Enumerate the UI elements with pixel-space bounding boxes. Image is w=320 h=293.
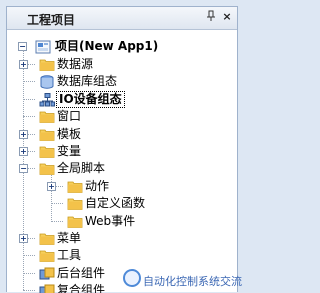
tree-item-label: 窗口 (57, 109, 82, 124)
folder-icon (39, 128, 55, 141)
tree-item[interactable]: − 全局脚本 (7, 160, 237, 177)
watermark: 自动化控制系统交流 (143, 275, 242, 288)
tree-guide (23, 98, 35, 100)
database-icon (39, 75, 55, 90)
folder-icon (67, 180, 83, 193)
pin-icon[interactable] (204, 10, 218, 24)
expand-icon[interactable]: + (19, 60, 28, 69)
tree-guide (23, 116, 35, 118)
folder-icon (67, 197, 83, 211)
tree-guide (23, 272, 35, 274)
project-tree: − 项目(New App1) + 数据源数据库组态 IO设备组态 窗口 + 模板 + 变量 − 全… (7, 36, 237, 293)
component-icon (39, 267, 55, 280)
tree-item-label: 自定义函数 (85, 196, 146, 211)
folder-icon (67, 215, 83, 228)
folder-icon (39, 249, 55, 263)
folder-icon (39, 145, 55, 158)
expand-icon[interactable]: + (19, 129, 28, 139)
expand-icon[interactable]: + (19, 234, 28, 243)
tree-item[interactable]: + 变量 (7, 143, 237, 160)
tree-item-label: 模板 (57, 126, 82, 141)
tree-guide (23, 255, 35, 257)
project-panel: 工程项目 × − 项目(New App1) + 数据源数据库组态 IO设备组态 窗口 +… (6, 6, 242, 293)
network-icon (39, 92, 55, 107)
expand-icon[interactable]: + (19, 147, 28, 156)
project-icon (35, 40, 51, 54)
panel-titlebar: 工程项目 × (7, 7, 237, 30)
panel-title: 工程项目 (27, 13, 76, 27)
tree-item-label: 菜单 (57, 231, 82, 245)
tree-item-label: 动作 (85, 178, 110, 193)
close-icon[interactable]: × (220, 10, 234, 24)
expand-icon[interactable]: + (47, 181, 56, 191)
watermark-logo (123, 269, 141, 287)
tree-item[interactable]: 数据库组态 (7, 73, 237, 90)
tree-guide (23, 81, 35, 83)
tree-guide (51, 220, 63, 222)
tree-item[interactable]: 自定义函数 (7, 195, 237, 212)
tree-item-label: Web事件 (85, 213, 136, 228)
tree-item[interactable]: Web事件 (7, 213, 237, 230)
folder-icon (39, 58, 55, 71)
tree-item[interactable]: + 数据源 (7, 56, 237, 73)
tree-item-label: 全局脚本 (57, 161, 106, 176)
tree-item[interactable]: 工具 (7, 247, 237, 264)
tree-item-label: 后台组件 (57, 265, 106, 280)
tree-item-label: 数据源 (57, 57, 94, 71)
folder-icon (39, 162, 55, 176)
tree-item-label: 变量 (57, 144, 82, 158)
collapse-icon[interactable]: − (19, 164, 28, 174)
tree-item[interactable]: 窗口 (7, 108, 237, 125)
folder-icon (39, 232, 55, 245)
tree-item-label: IO设备组态 (56, 90, 125, 108)
tree-root[interactable]: − 项目(New App1) (7, 38, 237, 55)
tree-item-label: 数据库组态 (57, 74, 118, 89)
tree-root-label: 项目(New App1) (55, 39, 159, 53)
tree-guide (51, 203, 63, 205)
tree-item[interactable]: + 菜单 (7, 230, 237, 247)
tree-guide (23, 290, 35, 292)
folder-icon (39, 110, 55, 124)
tree-item[interactable]: + 模板 (7, 126, 237, 143)
tree-item[interactable]: IO设备组态 (7, 90, 237, 108)
tree-item-label: 工具 (57, 248, 82, 263)
tree-item[interactable]: + 动作 (7, 178, 237, 195)
